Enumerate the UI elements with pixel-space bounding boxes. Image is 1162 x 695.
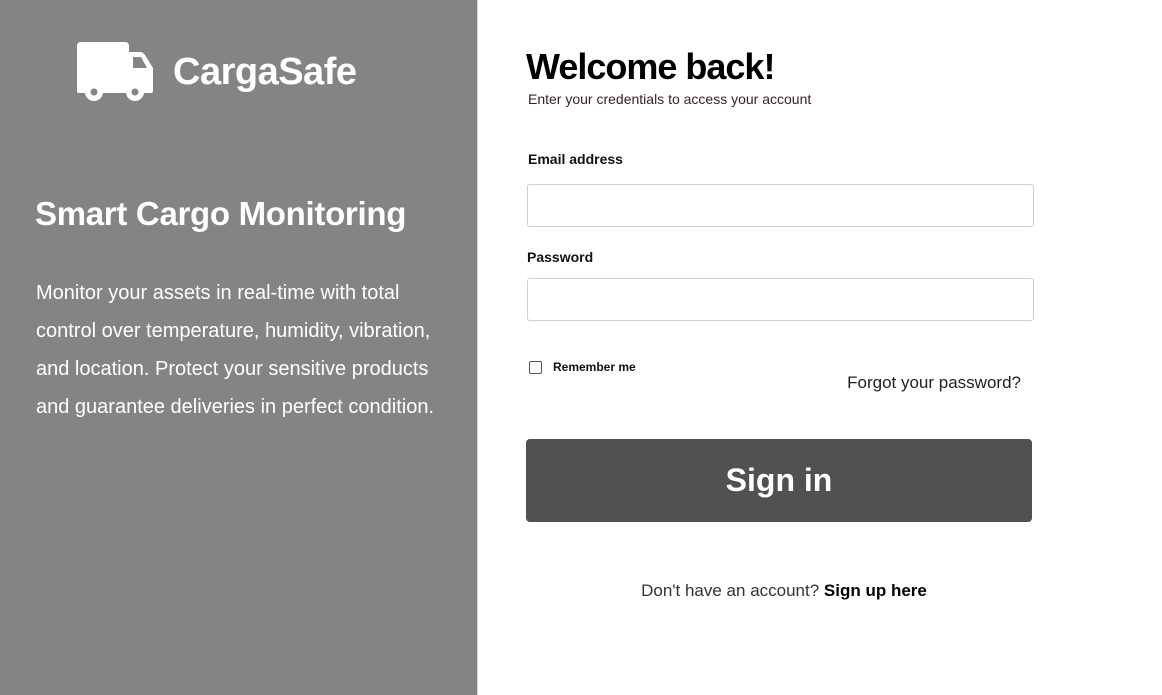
sign-up-link[interactable]: Sign up here xyxy=(824,581,927,600)
brand-logo: CargaSafe xyxy=(77,42,357,102)
panel-description: Monitor your assets in real-time with to… xyxy=(36,282,435,418)
page-title: Welcome back! xyxy=(526,46,775,87)
email-label: Email address xyxy=(528,151,623,167)
sign-in-button[interactable]: Sign in xyxy=(526,439,1032,522)
remember-me-label: Remember me xyxy=(553,360,636,374)
signup-prompt: Don't have an account? Sign up here xyxy=(526,581,1042,601)
brand-name: CargaSafe xyxy=(173,51,357,93)
password-field[interactable] xyxy=(527,278,1034,321)
panel-divider xyxy=(477,0,478,695)
brand-panel: CargaSafe Smart Cargo Monitoring Monitor… xyxy=(0,0,477,695)
panel-headline: Smart Cargo Monitoring xyxy=(35,195,407,232)
remember-me[interactable]: Remember me xyxy=(529,360,636,374)
forgot-password-link[interactable]: Forgot your password? xyxy=(847,373,1021,393)
truck-icon xyxy=(77,42,155,102)
signup-prompt-text: Don't have an account? xyxy=(641,581,820,600)
remember-me-checkbox[interactable] xyxy=(529,360,542,374)
email-field[interactable] xyxy=(527,184,1034,227)
page-subtitle: Enter your credentials to access your ac… xyxy=(528,91,812,107)
password-label: Password xyxy=(527,249,594,265)
